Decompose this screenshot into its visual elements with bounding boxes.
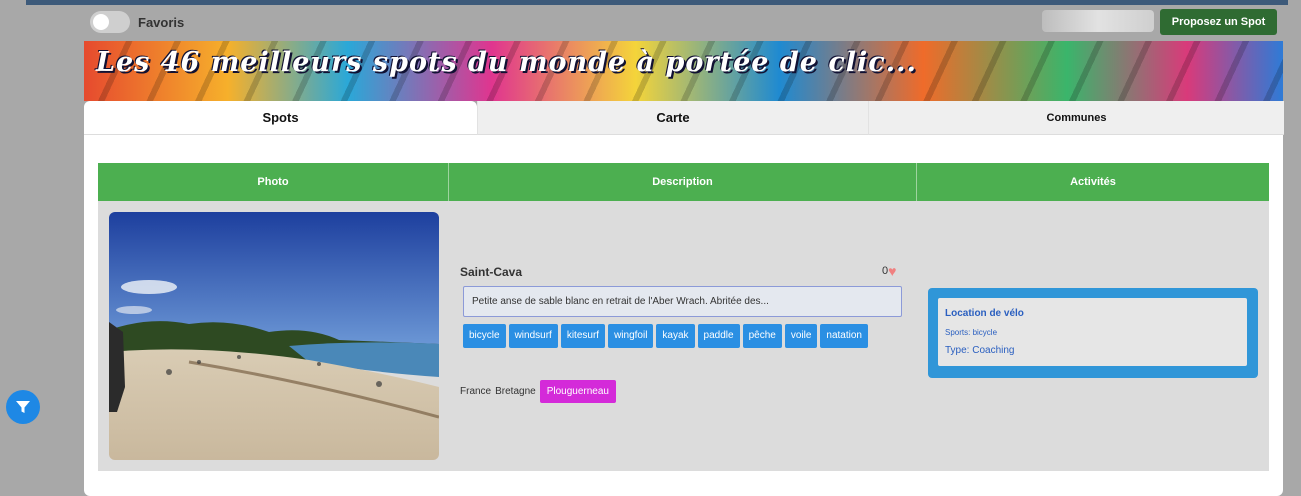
beach-photo-illustration <box>109 212 439 460</box>
blurred-user-area <box>1042 10 1154 32</box>
tag-voile[interactable]: voile <box>784 324 818 348</box>
tab-spots[interactable]: Spots <box>84 101 477 135</box>
filter-button[interactable] <box>6 390 40 424</box>
spots-panel: Photo Description Activités Saint-Cava 0… <box>84 135 1283 496</box>
tab-carte[interactable]: Carte <box>477 101 868 135</box>
heart-icon[interactable]: ♥ <box>888 264 896 278</box>
header-description: Description <box>449 163 917 201</box>
favorites-label: Favoris <box>138 14 185 30</box>
favorites-toggle-group[interactable]: Favoris <box>90 11 184 33</box>
spot-description: Petite anse de sable blanc en retrait de… <box>463 286 902 317</box>
tab-communes[interactable]: Communes <box>868 101 1284 135</box>
tag-windsurf[interactable]: windsurf <box>508 324 558 348</box>
top-strip <box>26 0 1288 5</box>
tag-natation[interactable]: natation <box>820 324 868 348</box>
country: France <box>460 386 492 397</box>
activity-card-body: Location de vélo Sports: bicycle Type: C… <box>938 298 1247 366</box>
table-header: Photo Description Activités <box>98 163 1269 201</box>
like-counter[interactable]: 0 ♥ <box>882 264 896 278</box>
tag-kitesurf[interactable]: kitesurf <box>560 324 606 348</box>
propose-spot-button[interactable]: Proposez un Spot <box>1160 9 1277 35</box>
header-activities: Activités <box>1070 176 1116 188</box>
sport-tags: bicycle windsurf kitesurf wingfoil kayak padd… <box>463 324 903 353</box>
tag-bicycle[interactable]: bicycle <box>463 324 506 348</box>
activity-sports: Sports: bicycle <box>945 328 998 337</box>
banner: Les 46 meilleurs spots du monde à portée… <box>84 41 1283 101</box>
spot-name: Saint-Cava <box>460 265 523 279</box>
location: France Bretagne Plouguerneau <box>460 380 616 403</box>
banner-title: Les 46 meilleurs spots du monde à portée… <box>96 47 917 78</box>
table-row: Saint-Cava 0 ♥ Petite anse de sable blan… <box>98 201 1269 471</box>
tab-bar: Spots Carte Communes <box>84 101 1284 135</box>
tag-peche[interactable]: pêche <box>742 324 782 348</box>
toggle-knob <box>93 14 109 30</box>
tag-paddle[interactable]: paddle <box>697 324 740 348</box>
activity-type: Type: Coaching <box>945 345 1015 356</box>
region: Bretagne <box>495 386 536 397</box>
favorites-toggle[interactable] <box>90 11 130 33</box>
commune-badge[interactable]: Plouguerneau <box>539 380 616 403</box>
spot-photo[interactable] <box>109 212 439 460</box>
activity-title: Location de vélo <box>945 308 1024 319</box>
activity-card[interactable]: Location de vélo Sports: bicycle Type: C… <box>928 288 1258 378</box>
header-photo: Photo <box>98 163 449 201</box>
tag-wingfoil[interactable]: wingfoil <box>608 324 654 348</box>
tag-kayak[interactable]: kayak <box>656 324 695 348</box>
filter-icon <box>16 401 30 413</box>
description-cell: Saint-Cava 0 ♥ Petite anse de sable blan… <box>450 201 918 471</box>
